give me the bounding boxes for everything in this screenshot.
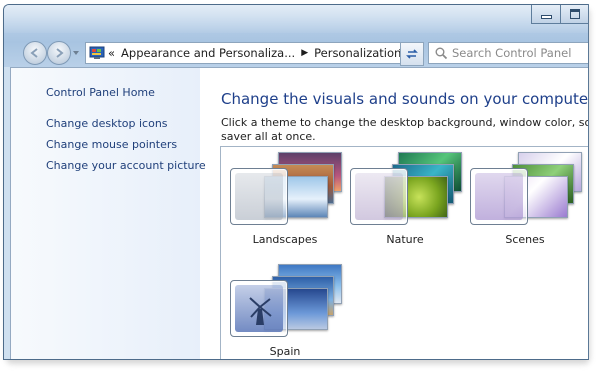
forward-arrow-icon — [56, 48, 64, 58]
theme-nature[interactable]: Nature — [350, 150, 462, 254]
sidebar-item-change-desktop-icons[interactable]: Change desktop icons — [46, 117, 168, 130]
maximize-icon — [570, 9, 580, 19]
theme-label: Scenes — [505, 233, 545, 246]
theme-scenes[interactable]: Scenes — [470, 150, 582, 254]
forward-button[interactable] — [47, 41, 71, 65]
search-input[interactable]: Search Control Panel — [452, 46, 571, 60]
page-description: Click a theme to change the desktop back… — [221, 116, 588, 143]
theme-label: Spain — [269, 345, 301, 358]
breadcrumb-appearance[interactable]: Appearance and Personaliza... — [121, 46, 295, 60]
minimize-icon — [540, 15, 552, 19]
content-area: Control Panel Home Change desktop icons … — [10, 67, 588, 359]
theme-selection-tile — [230, 280, 288, 337]
breadcrumb-overflow[interactable]: « — [108, 46, 115, 60]
theme-selection-tile — [350, 168, 408, 225]
page-title: Change the visuals and sounds on your co… — [221, 90, 589, 108]
back-button[interactable] — [23, 41, 47, 65]
sidebar-item-change-mouse-pointers[interactable]: Change mouse pointers — [46, 138, 177, 151]
search-box[interactable]: Search Control Panel — [428, 42, 588, 64]
main-pane: Change the visuals and sounds on your co… — [200, 68, 588, 359]
search-icon — [435, 47, 448, 60]
theme-selection-tile — [230, 168, 288, 225]
sidebar-item-control-panel-home[interactable]: Control Panel Home — [46, 86, 155, 99]
control-panel-window: « Appearance and Personaliza... ▶ Person… — [3, 4, 589, 360]
theme-label: Landscapes — [252, 233, 318, 246]
back-arrow-icon — [30, 48, 38, 58]
theme-label: Nature — [386, 233, 424, 246]
navigation-bar: « Appearance and Personaliza... ▶ Person… — [4, 41, 588, 67]
recent-pages-dropdown[interactable] — [72, 49, 80, 57]
task-pane: Control Panel Home Change desktop icons … — [11, 68, 206, 359]
theme-spain[interactable]: Spain — [230, 262, 342, 359]
refresh-icon — [406, 49, 418, 59]
breadcrumb-chevron-icon[interactable]: ▶ — [301, 48, 308, 58]
windmill-icon — [249, 297, 272, 325]
minimize-button[interactable] — [531, 5, 561, 24]
sidebar-item-change-account-picture[interactable]: Change your account picture — [46, 159, 206, 172]
titlebar-buttons — [531, 5, 588, 24]
window-frame: « Appearance and Personaliza... ▶ Person… — [4, 5, 588, 67]
breadcrumb-personalization[interactable]: Personalization — [314, 46, 401, 60]
theme-selection-tile — [470, 168, 528, 225]
maximize-button[interactable] — [561, 5, 588, 24]
theme-landscapes[interactable]: Landscapes — [230, 150, 342, 254]
address-bar[interactable]: « Appearance and Personaliza... ▶ Person… — [85, 42, 422, 64]
refresh-button[interactable] — [400, 42, 424, 66]
theme-gallery: Landscapes Nature Scenes Spain — [220, 146, 588, 359]
control-panel-icon — [89, 46, 105, 59]
